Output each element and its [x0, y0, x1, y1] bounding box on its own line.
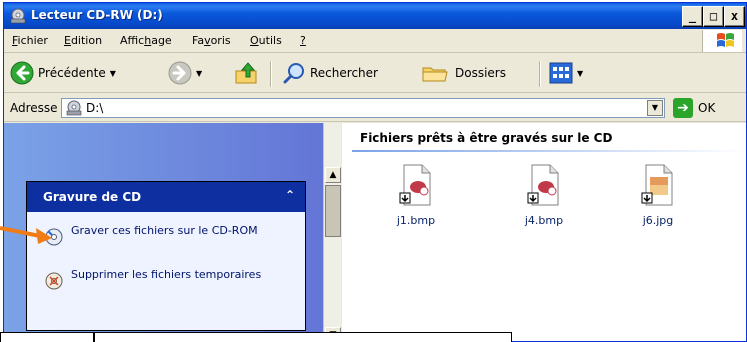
windows-logo	[702, 30, 742, 52]
task-panel-header[interactable]: Gravure de CD ⌃	[27, 182, 305, 212]
vertical-scrollbar[interactable]: ▲ ▼	[323, 123, 341, 341]
burn-files-label: Graver ces fichiers sur le CD-ROM	[71, 224, 258, 237]
toolbar-separator-2	[539, 61, 541, 87]
collapse-chevron-icon[interactable]: ⌃	[285, 188, 295, 202]
delete-temp-files-label: Supprimer les fichiers temporaires	[71, 268, 262, 281]
search-icon	[283, 63, 304, 84]
views-button[interactable]: ▼	[549, 61, 583, 85]
back-arrow-icon	[10, 61, 34, 85]
up-folder-icon	[235, 62, 257, 84]
file-name: j1.bmp	[396, 214, 436, 227]
back-label: Précédente	[38, 66, 106, 80]
table-cell-edge	[0, 332, 94, 342]
standard-toolbar: Précédente ▼ ▼ Rechercher Dossiers ▼	[4, 53, 746, 93]
address-dropdown-button[interactable]: ▼	[647, 100, 663, 116]
views-grid-icon	[549, 62, 573, 84]
menu-edition[interactable]: Edition	[64, 34, 102, 47]
document-table-edge	[0, 332, 747, 342]
burn-files-task[interactable]: Graver ces fichiers sur le CD-ROM	[45, 224, 285, 246]
scroll-up-icon[interactable]: ▲	[325, 167, 341, 183]
back-dropdown-icon[interactable]: ▼	[110, 69, 116, 78]
delete-temp-files-task[interactable]: Supprimer les fichiers temporaires	[45, 268, 285, 290]
search-label: Rechercher	[310, 66, 378, 80]
file-name: j4.bmp	[524, 214, 564, 227]
views-dropdown-icon[interactable]: ▼	[577, 69, 583, 78]
menu-affichage[interactable]: Affichage	[120, 34, 172, 47]
cd-writing-tasks-panel: Gravure de CD ⌃ Graver ces fichiers sur …	[26, 181, 306, 331]
up-folder-button[interactable]	[234, 61, 260, 85]
address-bar: Adresse D:\ ▼ ➔ OK	[4, 94, 746, 122]
file-item[interactable]: j4.bmp	[514, 163, 574, 227]
file-item[interactable]: j6.jpg	[628, 163, 688, 227]
menu-help[interactable]: ?	[300, 34, 306, 47]
back-button[interactable]: Précédente ▼	[10, 61, 116, 85]
address-value: D:\	[86, 101, 104, 115]
task-pane: Gravure de CD ⌃ Graver ces fichiers sur …	[4, 123, 324, 341]
cd-drive-icon	[10, 8, 26, 24]
cd-burn-icon	[45, 228, 63, 246]
files-section-title: Fichiers prêts à être gravés sur le CD	[360, 131, 613, 145]
go-arrow-icon[interactable]: ➔	[673, 98, 693, 118]
folders-button[interactable]: Dossiers	[421, 61, 506, 85]
bmp-file-icon	[399, 164, 431, 206]
bmp-file-icon	[527, 164, 559, 206]
windows-flag-icon	[717, 33, 734, 47]
go-button[interactable]: OK	[698, 101, 715, 115]
menu-favoris[interactable]: Favoris	[192, 34, 231, 47]
jpg-file-icon	[641, 164, 673, 206]
scroll-thumb[interactable]	[325, 185, 341, 237]
section-divider	[352, 150, 746, 152]
task-panel-title: Gravure de CD	[43, 190, 142, 204]
address-input[interactable]: D:\ ▼	[61, 98, 665, 118]
forward-dropdown-icon[interactable]: ▼	[196, 69, 202, 78]
file-name: j6.jpg	[642, 214, 674, 227]
menu-outils[interactable]: Outils	[250, 34, 282, 47]
file-list-pane: Fichiers prêts à être gravés sur le CD j…	[342, 123, 746, 341]
delete-temp-icon	[45, 272, 63, 290]
forward-button[interactable]: ▼	[168, 61, 202, 85]
title-bar[interactable]: Lecteur CD-RW (D:) _ □ x	[4, 3, 746, 29]
toolbar-separator	[270, 61, 272, 87]
cd-drive-small-icon	[66, 100, 82, 116]
folders-label: Dossiers	[455, 66, 506, 80]
menu-fichier[interactable]: Fichier	[12, 34, 48, 47]
search-button[interactable]: Rechercher	[282, 61, 378, 85]
maximize-button[interactable]: □	[703, 6, 724, 27]
window-title: Lecteur CD-RW (D:)	[31, 8, 163, 22]
address-label: Adresse	[10, 101, 58, 115]
forward-arrow-icon	[168, 61, 192, 85]
menu-bar: Fichier Edition Affichage Favoris Outils…	[4, 29, 746, 53]
file-item[interactable]: j1.bmp	[386, 163, 446, 227]
explorer-window: Lecteur CD-RW (D:) _ □ x Fichier Edition…	[3, 2, 747, 342]
table-cell-edge	[94, 332, 512, 342]
minimize-button[interactable]: _	[682, 6, 703, 27]
folders-icon	[422, 67, 448, 82]
task-panel-body: Graver ces fichiers sur le CD-ROM Suppri…	[27, 212, 305, 330]
close-button[interactable]: x	[724, 6, 745, 27]
